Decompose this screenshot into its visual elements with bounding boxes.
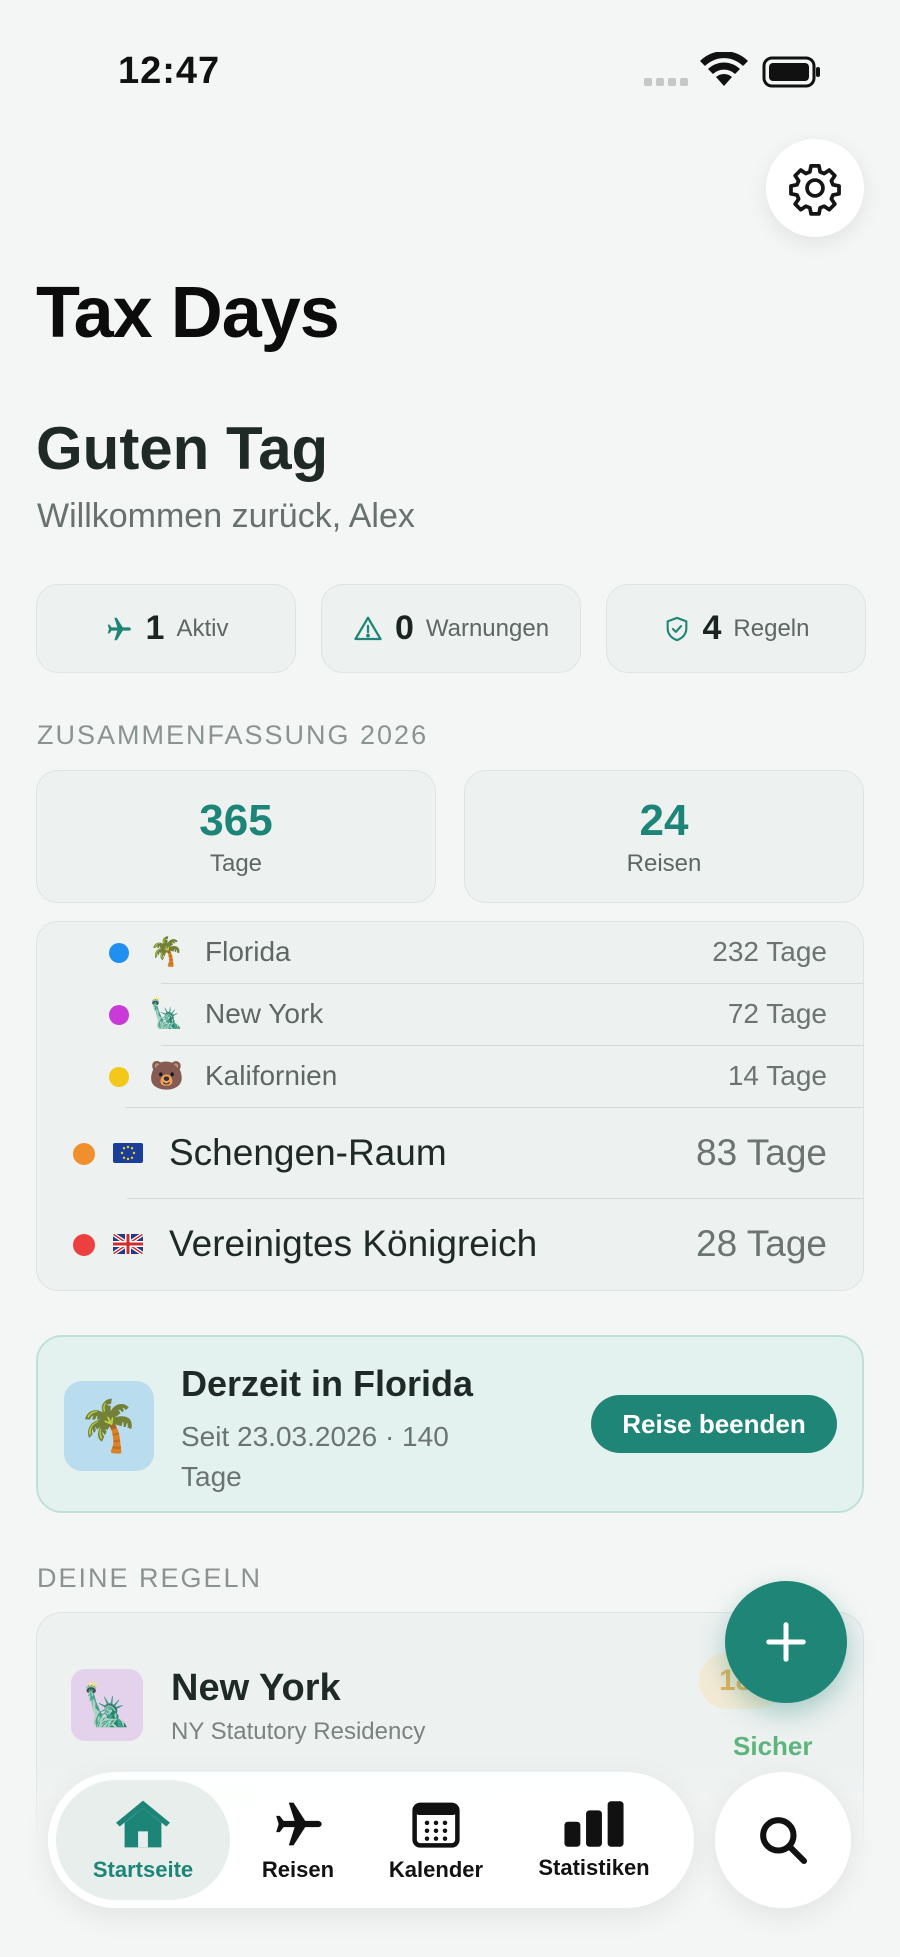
tab-label: Statistiken: [538, 1855, 650, 1880]
total-days-card[interactable]: 365 Tage: [36, 770, 436, 903]
pill-label: Regeln: [733, 614, 810, 642]
region-color-dot: [109, 1005, 129, 1025]
region-days: 28 Tage: [696, 1223, 827, 1264]
cellular-signal-icon: [644, 78, 688, 86]
warnings-pill[interactable]: 0 Warnungen: [321, 584, 581, 673]
pill-count: 1: [145, 609, 165, 647]
calendar-icon: [412, 1802, 460, 1848]
summary-section-label: ZUSAMMENFASSUNG 2026: [37, 720, 429, 750]
region-name: Kalifornien: [205, 1060, 338, 1091]
region-color-dot: [109, 943, 129, 963]
uk-flag-icon: [113, 1224, 143, 1258]
region-list: 🌴 Florida 232 Tage 🗽 New York 72 Tage 🐻 …: [36, 921, 864, 1291]
region-name: New York: [205, 998, 324, 1029]
shield-check-icon: [666, 616, 687, 641]
greeting-heading: Guten Tag: [36, 415, 329, 482]
region-row-uk[interactable]: Vereinigtes Königreich 28 Tage: [37, 1199, 863, 1290]
total-trips-value: 24: [639, 795, 689, 845]
welcome-text: Willkommen zurück, Alex: [37, 497, 415, 535]
region-row-schengen[interactable]: Schengen-Raum 83 Tage: [37, 1108, 863, 1199]
total-trips-card[interactable]: 24 Reisen: [464, 770, 864, 903]
current-trip-subtitle: Seit 23.03.2026 · 140 Tage: [181, 1421, 449, 1492]
total-trips-label: Reisen: [626, 849, 702, 877]
palm-tree-icon: 🌴: [64, 1381, 154, 1471]
pill-label: Warnungen: [425, 614, 550, 642]
settings-button[interactable]: [766, 139, 864, 237]
rule-name: New York: [171, 1667, 341, 1709]
add-trip-button[interactable]: [725, 1581, 847, 1703]
region-color-dot: [73, 1234, 95, 1256]
region-name: Vereinigtes Königreich: [169, 1223, 538, 1264]
wifi-icon: [700, 51, 748, 86]
status-bar-icons: [642, 51, 822, 92]
rules-pill[interactable]: 4 Regeln: [606, 584, 866, 673]
battery-icon: [762, 56, 820, 88]
palm-tree-icon: 🌴: [149, 936, 184, 967]
eu-flag-icon: [113, 1133, 143, 1167]
end-trip-button[interactable]: Reise beenden: [591, 1395, 837, 1453]
search-button[interactable]: [715, 1772, 851, 1908]
airplane-icon: [107, 617, 131, 640]
plus-icon: [766, 1622, 806, 1662]
rule-description: NY Statutory Residency: [171, 1718, 426, 1745]
region-days: 232 Tage: [712, 936, 827, 967]
pill-label: Aktiv: [176, 614, 229, 642]
region-name: Florida: [205, 936, 291, 967]
region-color-dot: [109, 1067, 129, 1087]
search-icon: [760, 1817, 808, 1865]
region-name: Schengen-Raum: [169, 1132, 447, 1173]
total-days-label: Tage: [209, 849, 263, 877]
tab-kalender[interactable]: Kalender: [366, 1780, 506, 1900]
rules-section-label: DEINE REGELN: [37, 1563, 263, 1593]
tab-bar: Startseite Reisen Kalender Statistiken: [48, 1772, 694, 1908]
status-bar-time: 12:47: [118, 50, 221, 92]
region-days: 14 Tage: [727, 1060, 827, 1091]
page-title: Tax Days: [36, 273, 340, 353]
airplane-icon: [276, 1802, 322, 1846]
region-color-dot: [73, 1143, 95, 1165]
region-days: 72 Tage: [727, 998, 827, 1029]
region-days: 83 Tage: [696, 1132, 827, 1173]
statue-of-liberty-icon: 🗽: [71, 1669, 143, 1741]
active-trips-pill[interactable]: 1 Aktiv: [36, 584, 296, 673]
bear-icon: 🐻: [149, 1060, 184, 1091]
rule-status: Sicher: [733, 1731, 813, 1761]
region-row-kalifornien[interactable]: 🐻 Kalifornien 14 Tage: [37, 1046, 863, 1108]
current-trip-card[interactable]: 🌴 Derzeit in Florida Seit 23.03.2026 · 1…: [36, 1335, 864, 1513]
pill-count: 0: [394, 609, 414, 647]
tab-label: Kalender: [388, 1857, 484, 1882]
tab-label: Startseite: [92, 1857, 194, 1882]
tab-label: Reisen: [261, 1857, 335, 1882]
tab-startseite[interactable]: Startseite: [56, 1780, 230, 1900]
bar-chart-icon: [564, 1801, 624, 1847]
tab-statistiken[interactable]: Statistiken: [514, 1780, 674, 1900]
statue-of-liberty-icon: 🗽: [149, 998, 184, 1029]
pill-count: 4: [702, 609, 722, 647]
current-trip-title: Derzeit in Florida: [181, 1363, 474, 1404]
total-days-value: 365: [199, 795, 273, 845]
tab-reisen[interactable]: Reisen: [238, 1780, 358, 1900]
region-row-new-york[interactable]: 🗽 New York 72 Tage: [37, 984, 863, 1046]
warning-icon: [354, 616, 382, 640]
home-icon: [116, 1800, 170, 1848]
gear-icon: [789, 163, 841, 216]
region-row-florida[interactable]: 🌴 Florida 232 Tage: [37, 922, 863, 984]
